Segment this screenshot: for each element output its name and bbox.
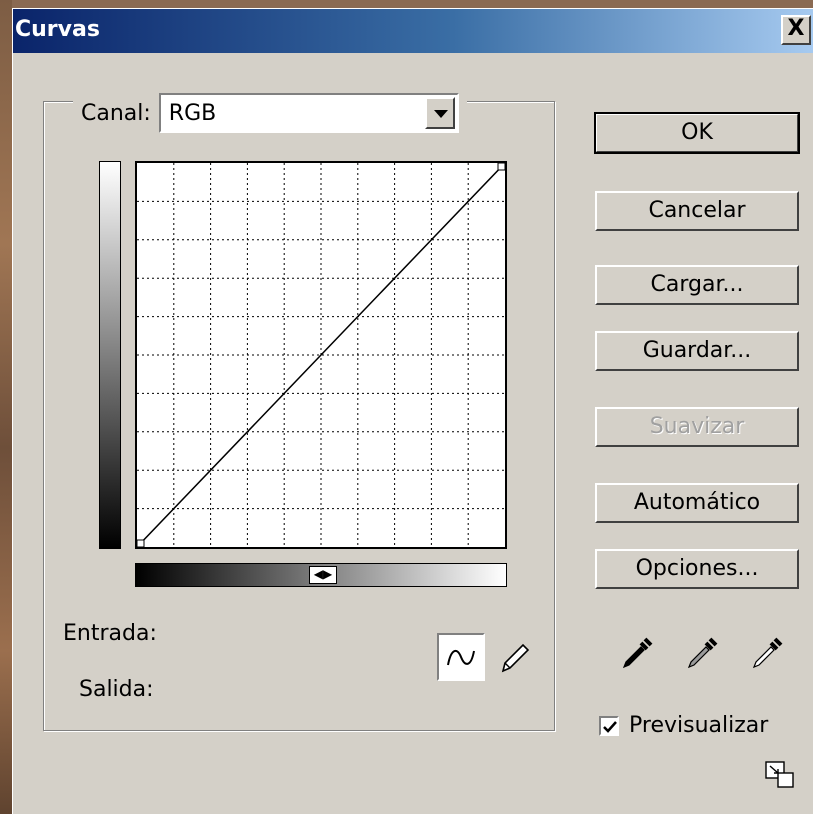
auto-button[interactable]: Automático	[595, 483, 799, 523]
pencil-icon	[501, 643, 530, 673]
channel-label: Canal:	[81, 100, 151, 126]
close-button[interactable]: X	[781, 15, 811, 45]
desktop-background	[0, 0, 12, 814]
ok-button[interactable]: OK	[594, 112, 800, 154]
input-gradient-bar: ◀▶	[135, 563, 507, 587]
black-eyedropper-icon[interactable]	[617, 633, 657, 673]
gradient-direction-toggle-icon[interactable]: ◀▶	[309, 566, 337, 584]
curve-graph[interactable]	[135, 161, 507, 549]
chevron-down-icon[interactable]	[424, 97, 455, 129]
gray-eyedropper-icon[interactable]	[682, 633, 722, 673]
cancel-button[interactable]: Cancelar	[595, 191, 799, 231]
checkmark-icon	[603, 720, 617, 733]
preview-label: Previsualizar	[629, 713, 769, 738]
channel-row: Canal: RGB	[73, 93, 467, 133]
eyedropper-group	[617, 633, 787, 673]
expand-dialog-icon[interactable]	[765, 761, 795, 789]
curve-tool-button[interactable]	[437, 633, 485, 681]
preview-option[interactable]: Previsualizar	[599, 713, 768, 738]
output-gradient-bar	[99, 161, 121, 549]
curves-dialog: Curvas X Canal: RGB ◀▶ Entrada: Salida: …	[12, 8, 813, 814]
curve-point-end[interactable]	[497, 163, 505, 171]
input-label: Entrada:	[63, 621, 157, 646]
channel-select-value: RGB	[168, 101, 217, 126]
window-title: Curvas	[15, 17, 100, 42]
pencil-tool-button[interactable]	[495, 637, 535, 677]
close-icon: X	[787, 16, 805, 41]
save-button[interactable]: Guardar...	[595, 331, 799, 371]
preview-checkbox[interactable]	[599, 715, 619, 736]
curve-tool-icon	[447, 649, 475, 666]
white-eyedropper-icon[interactable]	[747, 633, 787, 673]
options-button[interactable]: Opciones...	[595, 549, 799, 589]
channel-select[interactable]: RGB	[158, 93, 459, 133]
output-label: Salida:	[79, 677, 154, 702]
load-button[interactable]: Cargar...	[595, 265, 799, 305]
title-bar: Curvas X	[13, 9, 813, 53]
smooth-button[interactable]: Suavizar	[595, 407, 799, 447]
curve-point-start[interactable]	[137, 539, 145, 547]
